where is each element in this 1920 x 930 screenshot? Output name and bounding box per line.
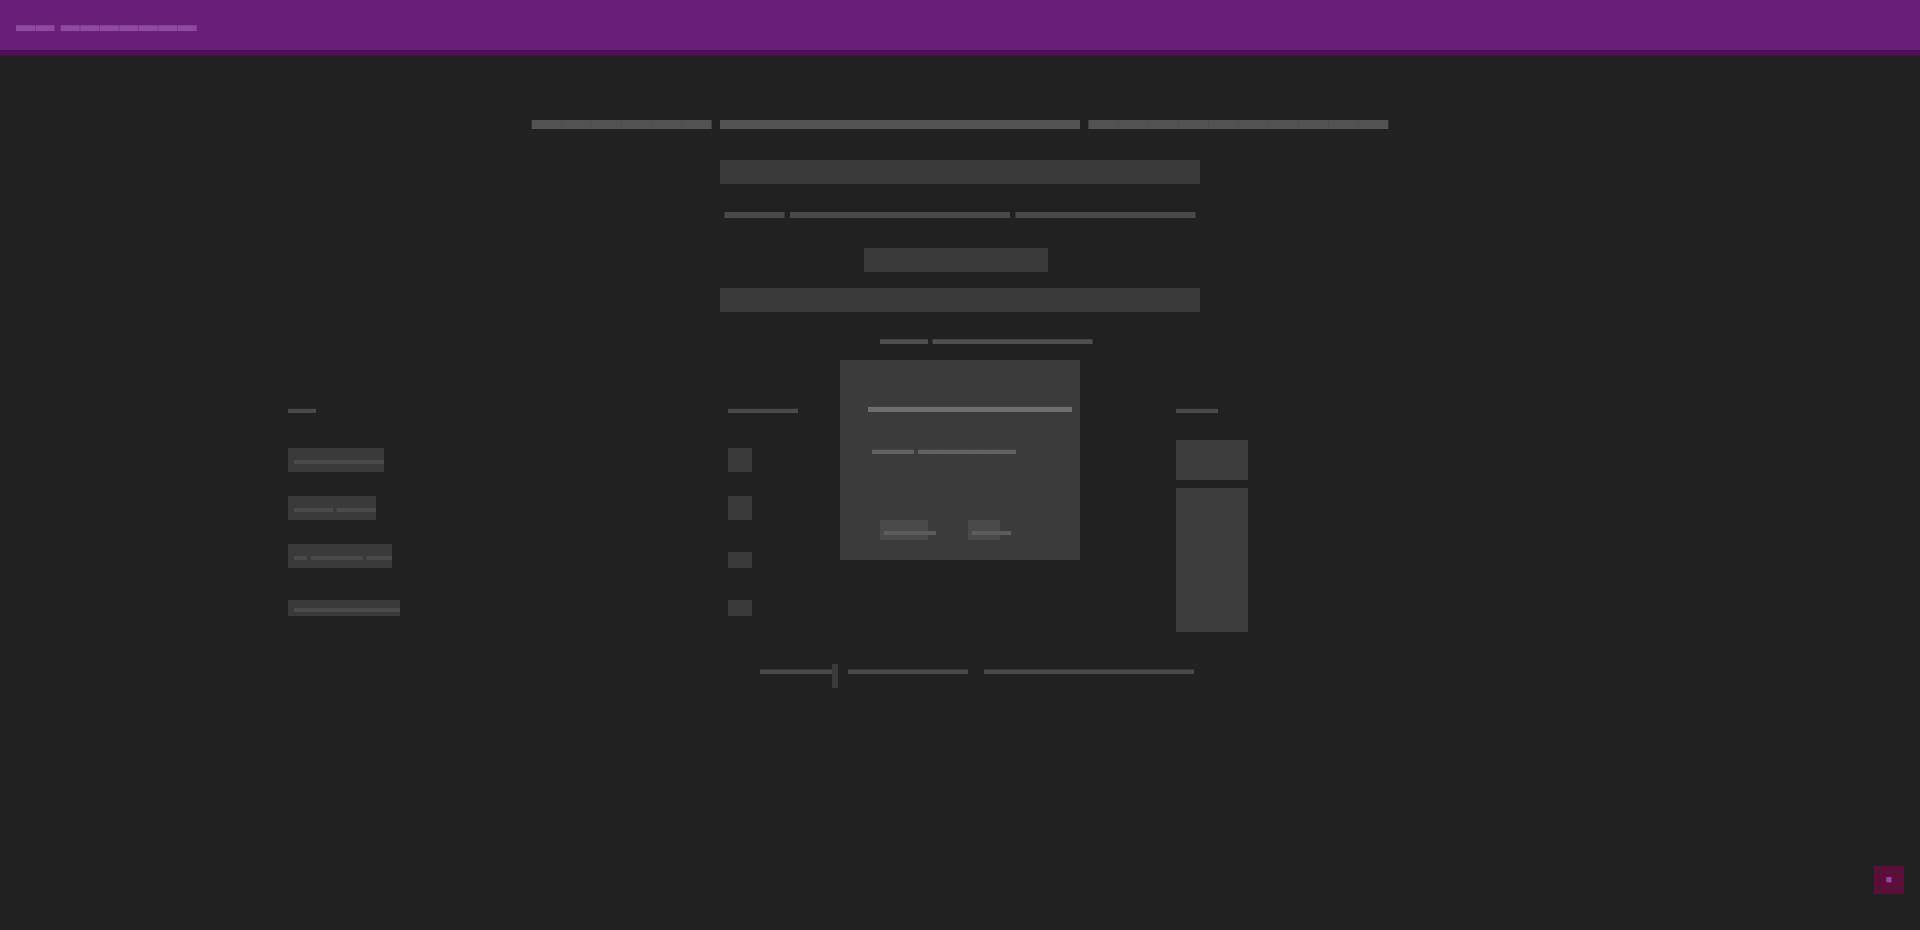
app-title: ▬▬ ▬▬▬▬▬▬▬ xyxy=(16,15,198,36)
dialog-title: ▬▬▬▬▬▬▬▬▬▬▬▬ xyxy=(868,397,1072,416)
right-column-block[interactable] xyxy=(1176,488,1248,632)
footer-link[interactable]: ▬▬▬▬▬▬▬▬▬▬▬▬▬▬ xyxy=(984,660,1194,680)
dialog-subtitle: ▬▬▬ ▬▬▬▬▬▬▬ xyxy=(872,441,1016,457)
dialog-cancel-button[interactable]: ▬▬▬ xyxy=(968,520,1011,540)
placeholder-bar-top xyxy=(720,160,1200,184)
top-bar: ▬▬ ▬▬▬▬▬▬▬ xyxy=(0,0,1920,56)
left-list-item[interactable]: ▬▬▬▬▬▬▬▬▬ xyxy=(288,600,400,616)
dialog-panel: ▬▬▬▬▬▬▬▬▬▬▬▬ ▬▬▬ ▬▬▬▬▬▬▬ ▬▬▬▬ ▬▬▬ xyxy=(840,360,1080,560)
left-list-item[interactable]: ▬ ▬▬▬▬ ▬▬ xyxy=(288,544,392,568)
panel-caption: ▬▬▬ ▬▬▬▬▬▬▬▬▬▬ xyxy=(880,331,1093,348)
left-list-item[interactable]: ▬▬▬ ▬▬▬▬ xyxy=(288,496,376,520)
dialog-ok-button[interactable]: ▬▬▬▬ xyxy=(880,520,936,540)
footer-separator xyxy=(832,664,838,688)
middle-checkbox[interactable] xyxy=(728,600,752,616)
right-column-block[interactable] xyxy=(1176,440,1248,480)
placeholder-bar-bottom xyxy=(720,288,1200,312)
primary-action-button[interactable] xyxy=(864,248,1048,272)
middle-checkbox[interactable] xyxy=(728,496,752,520)
status-line: ▬▬▬ ▬▬▬▬▬▬▬▬▬▬▬ ▬▬▬▬▬▬▬▬▬ xyxy=(724,201,1196,223)
left-column-heading: ▬▬ xyxy=(288,400,316,416)
left-list-item[interactable]: ▬▬▬▬▬▬▬ xyxy=(288,448,384,472)
middle-checkbox[interactable] xyxy=(728,448,752,472)
footer-link[interactable]: ▬▬▬▬▬▬▬▬ xyxy=(848,660,968,680)
square-icon[interactable]: ■ xyxy=(1874,866,1904,894)
page-headline: ▬▬▬▬▬▬ ▬▬▬▬▬▬▬▬▬▬▬▬ ▬▬▬▬▬▬▬▬▬▬ xyxy=(531,103,1389,136)
middle-column-heading: ▬▬▬▬▬ xyxy=(728,400,798,416)
footer-link[interactable]: ▬▬▬▬▬ xyxy=(760,660,835,680)
middle-checkbox[interactable] xyxy=(728,552,752,568)
right-column-heading: ▬▬▬ xyxy=(1176,400,1218,416)
